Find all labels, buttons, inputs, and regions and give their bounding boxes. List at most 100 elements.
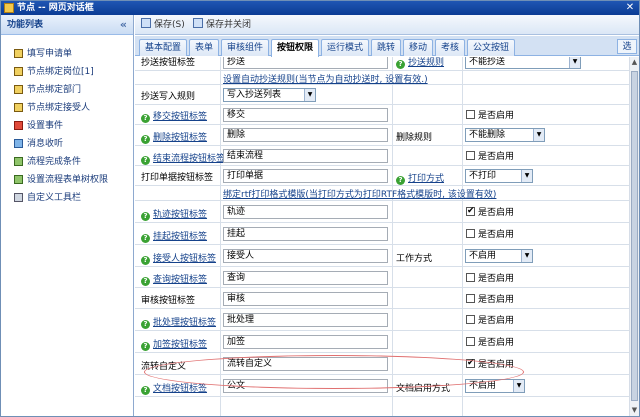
cc-auto-rule-link[interactable]: 设置自动抄送规则(当节点为自动抄送时, 设置有效.) [223, 72, 428, 85]
delete-rule-select[interactable]: 不能删除 ▼ [465, 128, 545, 142]
help-icon: ? [141, 135, 150, 144]
app-icon [4, 3, 14, 13]
function-item-flow-complete[interactable]: 流程完成条件 [1, 153, 133, 171]
document-label-link[interactable]: 文档按钮标签 [153, 384, 207, 394]
row-end-flow: ? 结束流程按钮标签 结束流程 是否启用 [135, 146, 629, 166]
batch-label-link[interactable]: 批处理按钮标签 [153, 318, 216, 328]
countersign-label-link[interactable]: 加签按钮标签 [153, 340, 207, 350]
tab-button-permission[interactable]: 按钮权限 [271, 39, 319, 57]
rtf-template-link[interactable]: 绑定rtf打印格式模版(当打印方式为打印RTF格式模版时, 该设置有效) [223, 187, 496, 200]
query-enable-checkbox[interactable]: 是否启用 [466, 273, 514, 285]
batch-label-input[interactable]: 批处理 [223, 313, 388, 327]
edit-icon [14, 103, 23, 112]
tab-assess[interactable]: 考核 [435, 39, 465, 56]
function-list: 填写申请单 节点绑定岗位[1] 节点绑定部门 节点绑定接受人 设置事件 消息收听… [1, 35, 133, 207]
function-item-bind-position[interactable]: 节点绑定岗位[1] [1, 63, 133, 81]
tab-form[interactable]: 表单 [189, 39, 219, 56]
row-note-cc: 设置自动抄送规则(当节点为自动抄送时, 设置有效.) [135, 71, 629, 85]
help-icon: ? [141, 320, 150, 329]
chevron-down-icon: ▼ [569, 57, 580, 68]
query-label-link[interactable]: 查询按钮标签 [153, 275, 207, 285]
suspend-enable-checkbox[interactable]: 是否启用 [466, 229, 514, 241]
help-icon: ? [141, 277, 150, 286]
print-mode-link[interactable]: 打印方式 [408, 174, 444, 184]
suspend-label-link[interactable]: 挂起按钮标签 [153, 232, 207, 242]
query-label-input[interactable]: 查询 [223, 271, 388, 285]
delete-label-link[interactable]: 删除按钮标签 [153, 133, 207, 143]
work-mode-select[interactable]: 不启用 ▼ [465, 249, 533, 263]
row-print: 打印单据按钮标签 打印单据 ? 打印方式 不打印 ▼ [135, 166, 629, 186]
tab-basic-config[interactable]: 基本配置 [139, 39, 187, 56]
function-item-message-listen[interactable]: 消息收听 [1, 135, 133, 153]
save-close-button[interactable]: 保存并关闭 [193, 18, 251, 32]
save-close-icon [193, 18, 203, 28]
row-suspend: ? 挂起按钮标签 挂起 是否启用 [135, 223, 629, 245]
batch-enable-checkbox[interactable]: 是否启用 [466, 315, 514, 327]
print-label-input[interactable]: 打印单据 [223, 169, 388, 183]
row-label: 抄送按钮标签 [141, 58, 196, 68]
scroll-up-icon[interactable]: ▲ [630, 58, 639, 67]
row-countersign: ? 加签按钮标签 加签 是否启用 [135, 331, 629, 353]
delete-rule-label: 删除规则 [396, 133, 433, 143]
receiver-label-link[interactable]: 接受人按钮标签 [153, 254, 216, 264]
end-flow-label-link[interactable]: 结束流程按钮标签 [153, 154, 225, 164]
help-icon: ? [396, 60, 405, 69]
print-mode-select[interactable]: 不打印 ▼ [465, 169, 533, 183]
track-label-input[interactable]: 轨迹 [223, 205, 388, 219]
transfer-label-input[interactable]: 移交 [223, 108, 388, 122]
cc-rule-link[interactable]: 抄送规则 [408, 58, 444, 68]
function-item-bind-receiver[interactable]: 节点绑定接受人 [1, 99, 133, 117]
cc-write-select[interactable]: 写入抄送列表 ▼ [223, 88, 316, 102]
audit-label-input[interactable]: 审核 [223, 292, 388, 306]
work-mode-label: 工作方式 [396, 254, 433, 264]
home-icon [14, 49, 23, 58]
cc-label-input[interactable]: 抄送 [223, 57, 388, 69]
save-button[interactable]: 保存(S) [141, 18, 185, 32]
function-item-bind-department[interactable]: 节点绑定部门 [1, 81, 133, 99]
chevron-down-icon: ▼ [521, 250, 532, 262]
tab-audit-component[interactable]: 审核组件 [221, 39, 269, 56]
function-panel-title: 功能列表 [7, 20, 44, 30]
tab-run-mode[interactable]: 运行模式 [321, 39, 369, 56]
collapse-icon[interactable]: « [120, 15, 127, 35]
help-icon: ? [141, 156, 150, 165]
countersign-label-input[interactable]: 加签 [223, 335, 388, 349]
function-item-custom-toolbar[interactable]: 自定义工具栏 [1, 189, 133, 207]
end-flow-label-input[interactable]: 结束流程 [223, 149, 388, 163]
tab-document-button[interactable]: 公文按钮 [467, 39, 515, 56]
chevron-down-icon: ▼ [521, 170, 532, 182]
message-icon [14, 139, 23, 148]
suspend-label-input[interactable]: 挂起 [223, 227, 388, 241]
function-item-set-event[interactable]: 设置事件 [1, 117, 133, 135]
vertical-scrollbar[interactable]: ▲ ▼ [629, 57, 639, 416]
scrollbar-thumb[interactable] [631, 71, 638, 401]
audit-enable-checkbox[interactable]: 是否启用 [466, 294, 514, 306]
end-flow-enable-checkbox[interactable]: 是否启用 [466, 151, 514, 163]
row-cc-write: 抄送写入规则 写入抄送列表 ▼ [135, 85, 629, 105]
scroll-down-icon[interactable]: ▼ [630, 406, 639, 415]
close-icon[interactable]: ✕ [625, 3, 635, 13]
flow-icon [14, 157, 23, 166]
track-label-link[interactable]: 轨迹按钮标签 [153, 210, 207, 220]
tab-jump[interactable]: 跳转 [371, 39, 401, 56]
function-item-form-tree-permission[interactable]: 设置流程表单树权限 [1, 171, 133, 189]
tab-more-button[interactable]: 选 [617, 39, 637, 54]
cc-rule-select[interactable]: 不能抄送 ▼ [465, 57, 581, 69]
transfer-enable-checkbox[interactable]: 是否启用 [466, 110, 514, 122]
dialog-window: 节点 -- 网页对话框 ✕ 功能列表 « 填写申请单 节点绑定岗位[1] 节点绑… [0, 0, 640, 417]
countersign-enable-checkbox[interactable]: 是否启用 [466, 337, 514, 349]
row-audit: 审核按钮标签 审核 是否启用 [135, 288, 629, 309]
function-item-fill-form[interactable]: 填写申请单 [1, 45, 133, 63]
delete-label-input[interactable]: 删除 [223, 128, 388, 142]
function-panel-header: 功能列表 « [1, 15, 133, 35]
row-cc: 抄送按钮标签 抄送 ? 抄送规则 不能抄送 ▼ [135, 57, 629, 71]
tab-move[interactable]: 移动 [403, 39, 433, 56]
track-enable-checkbox[interactable]: 是否启用 [466, 205, 514, 219]
row-transfer: ? 移交按钮标签 移交 是否启用 [135, 105, 629, 125]
tab-bar: 基本配置 表单 审核组件 按钮权限 运行模式 跳转 移动 考核 公文按钮 选 [135, 36, 639, 57]
row-label: 审核按钮标签 [141, 296, 196, 306]
transfer-label-link[interactable]: 移交按钮标签 [153, 112, 207, 122]
receiver-label-input[interactable]: 接受人 [223, 249, 388, 263]
help-icon: ? [141, 256, 150, 265]
row-label: 打印单据按钮标签 [141, 173, 214, 183]
